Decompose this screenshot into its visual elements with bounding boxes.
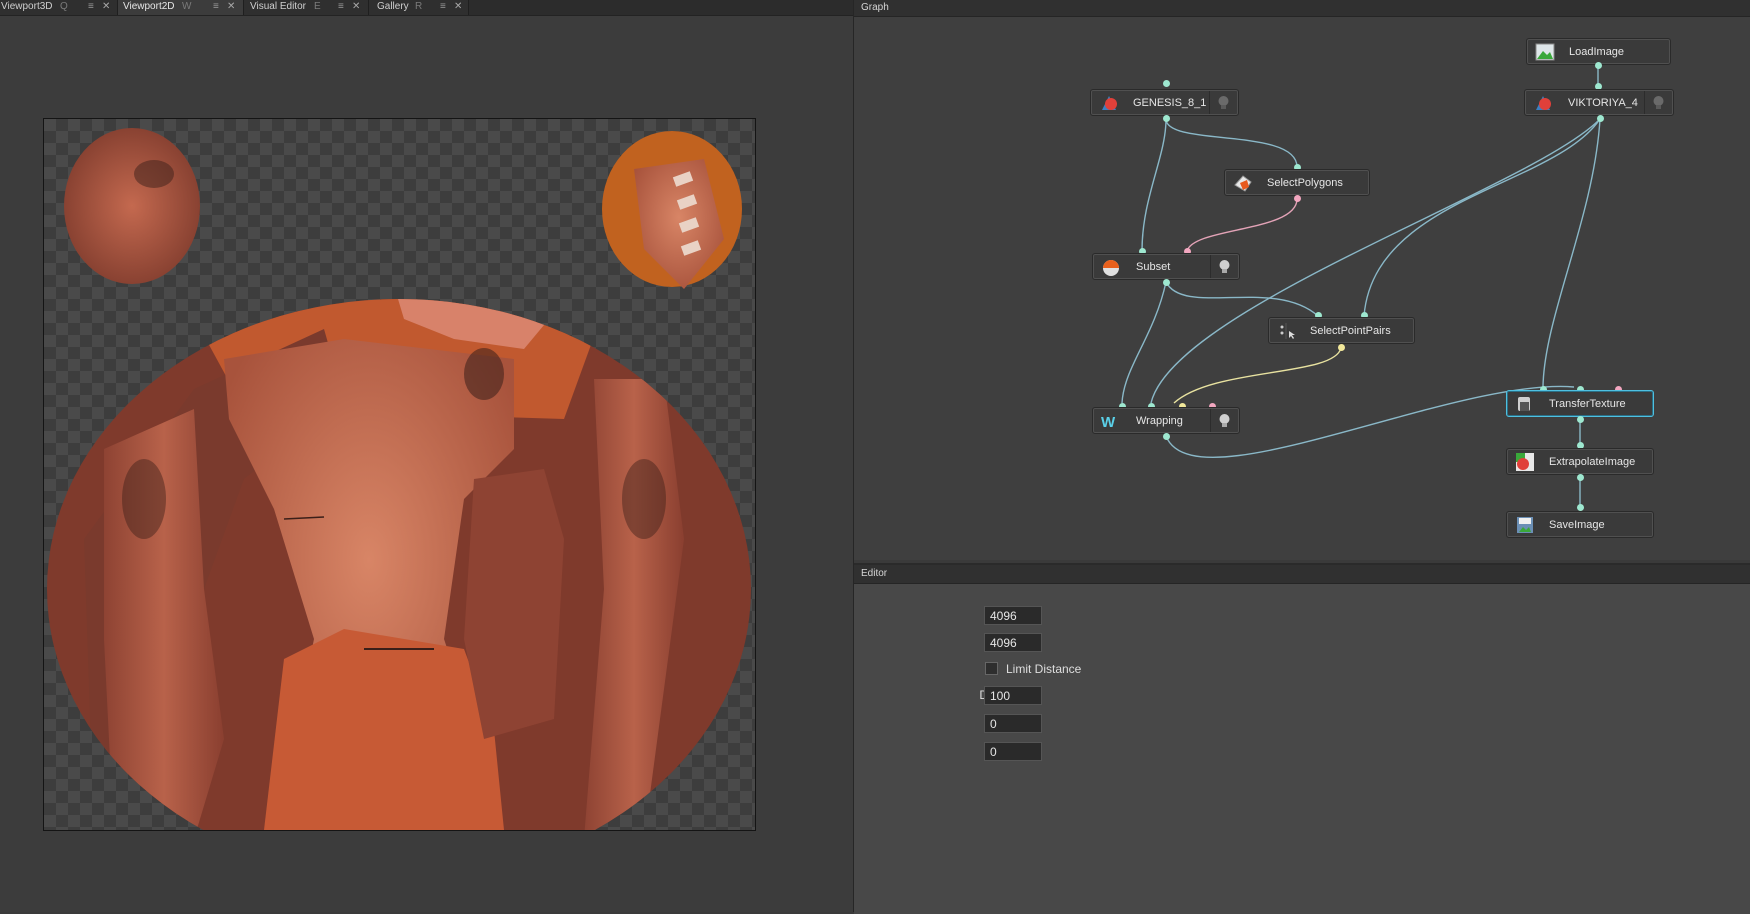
point-pairs-icon [1280, 323, 1295, 339]
visibility-toggle[interactable] [1644, 91, 1672, 114]
extrapolate-icon [1516, 453, 1534, 471]
node-label: Subset [1136, 261, 1171, 273]
tab-bar: Viewport3D Q ≡ ✕ Viewport2D W ≡ ✕ Visual… [0, 0, 853, 16]
tab-viewport2d[interactable]: Viewport2D W ≡ ✕ [118, 0, 244, 15]
node-label: GENESIS_8_1 [1133, 97, 1207, 109]
tab-shortcut: E [314, 1, 321, 12]
close-icon[interactable]: ✕ [352, 0, 360, 14]
svg-text:W: W [1101, 414, 1116, 431]
tab-menu-icon[interactable]: ≡ [338, 0, 344, 14]
geometry-icon [1536, 96, 1551, 110]
lightbulb-icon [1653, 96, 1664, 109]
close-icon[interactable]: ✕ [454, 0, 462, 14]
visibility-toggle[interactable] [1210, 255, 1238, 278]
node-selectpolygons[interactable]: SelectPolygons [1224, 169, 1370, 196]
node-label: VIKTORIYA_4 [1568, 97, 1638, 109]
connection-wire [1542, 118, 1601, 388]
viewport2d-panel: Viewport3D Q ≡ ✕ Viewport2D W ≡ ✕ Visual… [0, 0, 853, 912]
height-input[interactable] [984, 633, 1042, 652]
tab-shortcut: W [182, 1, 192, 12]
node-label: ExtrapolateImage [1549, 456, 1636, 468]
tab-viewport3d[interactable]: Viewport3D Q ≡ ✕ [0, 0, 118, 15]
node-label: SelectPolygons [1267, 177, 1343, 189]
uv-texture-image [47, 128, 751, 830]
node-label: SaveImage [1549, 519, 1605, 531]
node-saveimage[interactable]: SaveImage [1506, 511, 1654, 538]
visibility-toggle[interactable] [1210, 409, 1238, 432]
tab-menu-icon[interactable]: ≡ [440, 0, 446, 14]
output-port[interactable] [1338, 344, 1345, 351]
tab-label: Viewport3D [1, 1, 53, 12]
node-subset[interactable]: Subset [1092, 253, 1240, 280]
node-label: Wrapping [1136, 415, 1183, 427]
lightbulb-icon [1219, 414, 1230, 427]
output-port[interactable] [1163, 433, 1170, 440]
tab-visual-editor[interactable]: Visual Editor E ≡ ✕ [244, 0, 369, 15]
output-port[interactable] [1597, 115, 1604, 122]
node-extrapolateimage[interactable]: ExtrapolateImage [1506, 448, 1654, 475]
output-port[interactable] [1595, 62, 1602, 69]
close-icon[interactable]: ✕ [102, 0, 110, 14]
save-icon [1517, 517, 1533, 533]
tab-label: Visual Editor [250, 1, 306, 12]
node-loadimage[interactable]: LoadImage [1526, 38, 1671, 65]
connection-wire [1165, 281, 1319, 317]
output-port[interactable] [1163, 115, 1170, 122]
output-port[interactable] [1577, 474, 1584, 481]
node-label: TransferTexture [1549, 398, 1626, 410]
output-port[interactable] [1294, 195, 1301, 202]
image-icon [1535, 43, 1555, 61]
input-port[interactable] [1163, 80, 1170, 87]
lightbulb-icon [1218, 96, 1229, 109]
select-polygons-icon [1234, 175, 1252, 192]
output-port[interactable] [1163, 279, 1170, 286]
connection-wire [1165, 118, 1298, 168]
tab-shortcut: R [415, 1, 423, 12]
output-port[interactable] [1577, 416, 1584, 423]
node-genesis[interactable]: GENESIS_8_1 [1090, 89, 1239, 116]
tab-menu-icon[interactable]: ≡ [88, 0, 94, 14]
tab-shortcut: Q [60, 1, 68, 12]
graph-panel: Graph LoadImage GENESIS_8_1 VIKTORIYA_4 … [854, 0, 1750, 560]
wrap-icon: W [1101, 414, 1116, 431]
visibility-toggle[interactable] [1209, 91, 1237, 114]
tab-menu-icon[interactable]: ≡ [213, 0, 219, 14]
node-label: SelectPointPairs [1310, 325, 1391, 337]
node-wrapping[interactable]: W Wrapping [1092, 407, 1240, 434]
texture-canvas[interactable] [43, 118, 756, 831]
node-transfertexture[interactable]: TransferTexture [1506, 390, 1654, 417]
v-input[interactable] [984, 742, 1042, 761]
graph-header: Graph [854, 0, 1750, 17]
lightbulb-icon [1219, 260, 1230, 273]
node-viktoriya[interactable]: VIKTORIYA_4 [1524, 89, 1674, 116]
connection-wire [1173, 347, 1342, 404]
transfer-icon [1518, 397, 1530, 411]
editor-header: Editor [854, 565, 1750, 584]
limit-distance-checkbox[interactable] [985, 662, 998, 675]
geometry-icon [1102, 96, 1117, 110]
width-input[interactable] [984, 606, 1042, 625]
tab-label: Gallery [377, 1, 409, 12]
connection-wire [1363, 118, 1601, 317]
distance-input[interactable] [984, 686, 1042, 705]
editor-panel: Editor Width Height Limit Distance Dista… [854, 563, 1750, 914]
node-selectpointpairs[interactable]: SelectPointPairs [1268, 317, 1415, 344]
u-input[interactable] [984, 714, 1042, 733]
connection-wire [1186, 198, 1298, 252]
close-icon[interactable]: ✕ [227, 0, 235, 14]
limit-distance-label: Limit Distance [1006, 662, 1082, 676]
tab-label: Viewport2D [123, 1, 175, 12]
subset-icon [1103, 260, 1119, 276]
connection-wire [1141, 118, 1167, 252]
tab-gallery[interactable]: Gallery R ≡ ✕ [369, 0, 469, 15]
input-port[interactable] [1577, 504, 1584, 511]
node-label: LoadImage [1569, 46, 1625, 58]
